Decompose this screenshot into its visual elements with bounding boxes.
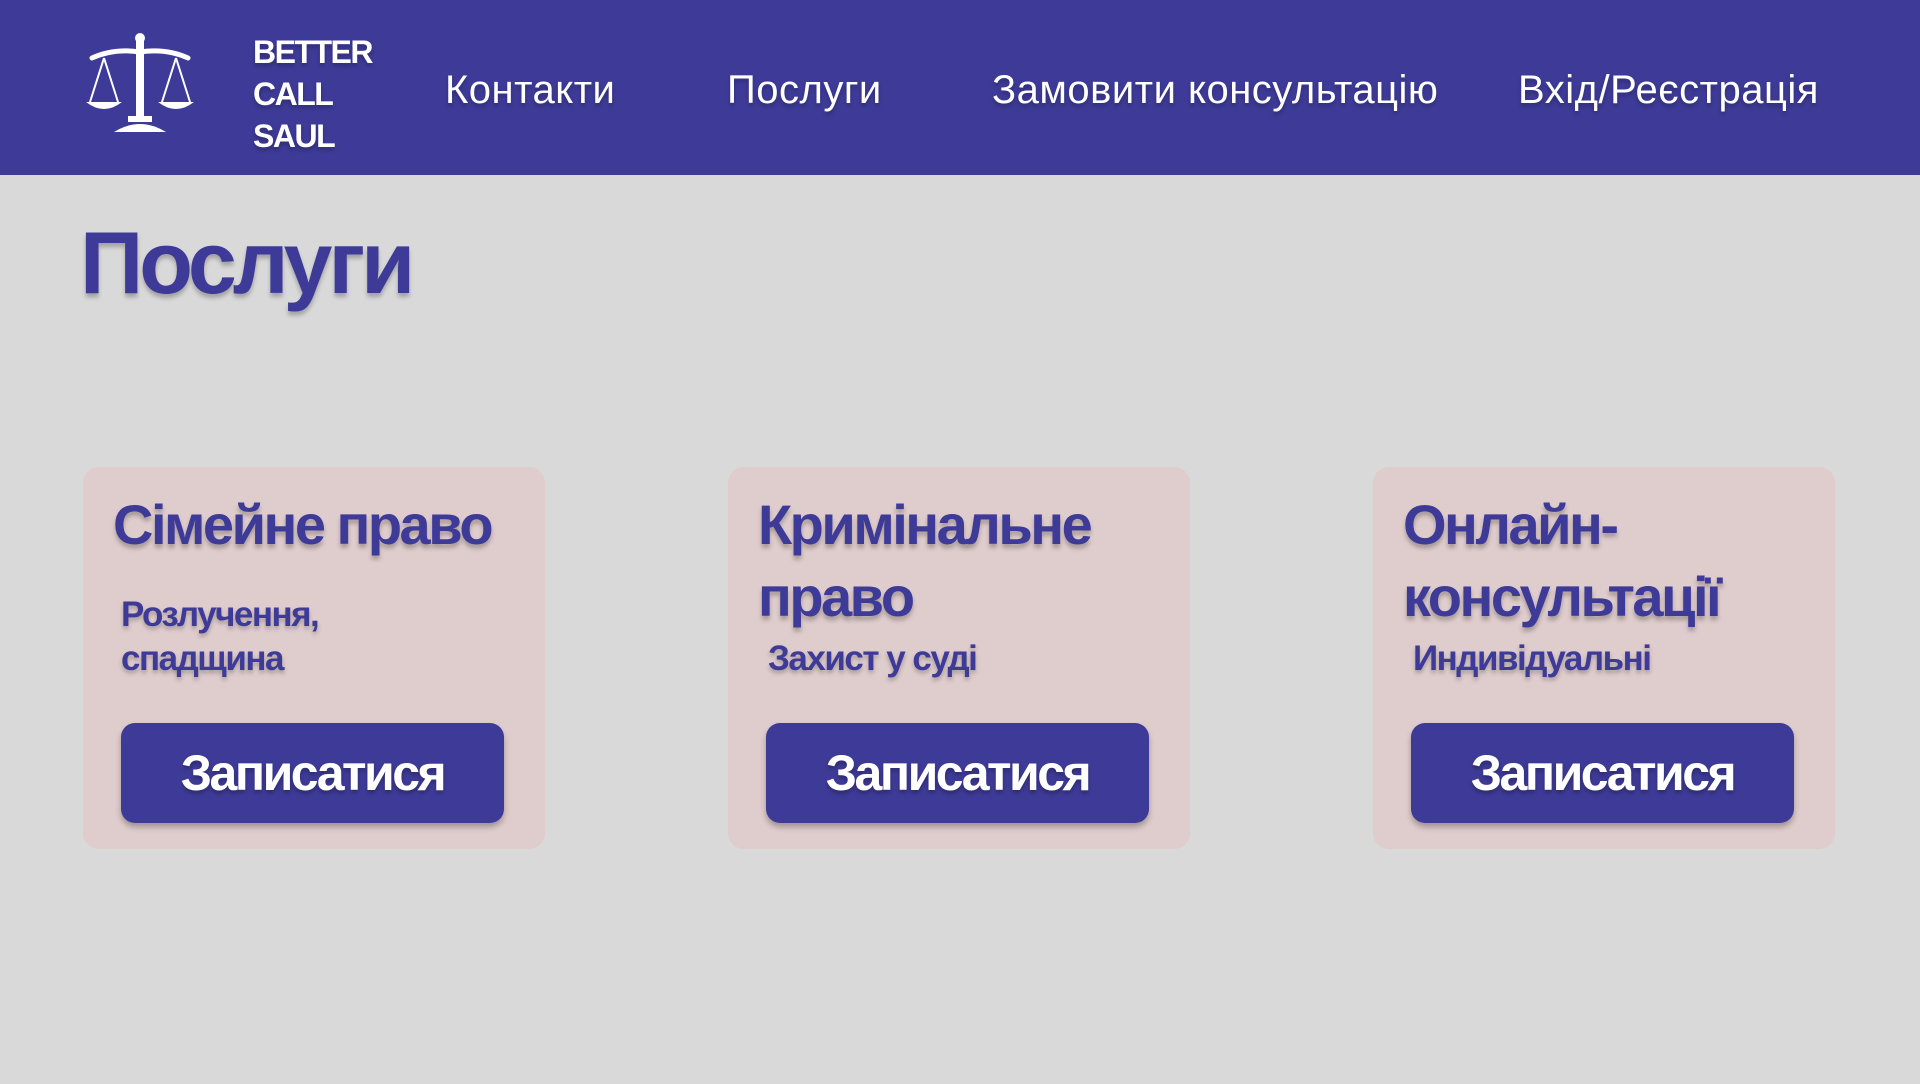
- card-title-line: Кримінальне: [758, 493, 1093, 556]
- card-description: Розлучення, спадщина: [121, 593, 320, 681]
- card-title-line: Сімейне право: [113, 493, 494, 556]
- service-card-online-consultations: Онлайн- консультації Индивідуальні Запис…: [1373, 467, 1835, 849]
- card-description: Индивідуальні: [1413, 637, 1652, 681]
- brand-line-1: BETTER: [253, 34, 374, 70]
- nav-link-services[interactable]: Послуги: [727, 68, 882, 113]
- card-title-line: Онлайн-: [1403, 493, 1619, 556]
- brand-line-2: CALL: [253, 76, 334, 112]
- card-description: Захист у суді: [768, 637, 978, 681]
- sign-up-button[interactable]: Записатися: [1411, 723, 1794, 823]
- card-title: Кримінальне право: [758, 489, 1093, 633]
- service-card-family-law: Сімейне право Розлучення, спадщина Запис…: [83, 467, 545, 849]
- card-description-line: спадщина: [121, 639, 284, 678]
- card-description-line: Захист у суді: [768, 639, 978, 678]
- brand-line-3: SAUL: [253, 118, 336, 154]
- card-description-line: Индивідуальні: [1413, 639, 1652, 678]
- top-navigation-bar: BETTER CALL SAUL Контакти Послуги Замови…: [0, 0, 1920, 175]
- service-card-criminal-law: Кримінальне право Захист у суді Записати…: [728, 467, 1190, 849]
- nav-link-contacts[interactable]: Контакти: [445, 68, 615, 113]
- sign-up-button[interactable]: Записатися: [121, 723, 504, 823]
- card-title: Онлайн- консультації: [1403, 489, 1722, 633]
- page-title: Послуги: [80, 213, 415, 312]
- brand-logo-text[interactable]: BETTER CALL SAUL: [253, 31, 374, 157]
- scales-of-justice-icon[interactable]: [84, 30, 196, 140]
- card-title-line: консультації: [1403, 565, 1722, 628]
- sign-up-button[interactable]: Записатися: [766, 723, 1149, 823]
- card-title: Сімейне право: [113, 489, 494, 561]
- nav-link-order-consultation[interactable]: Замовити консультацію: [992, 68, 1438, 113]
- card-description-line: Розлучення,: [121, 595, 320, 634]
- card-title-line: право: [758, 565, 915, 628]
- nav-link-login-register[interactable]: Вхід/Реєстрація: [1518, 68, 1819, 113]
